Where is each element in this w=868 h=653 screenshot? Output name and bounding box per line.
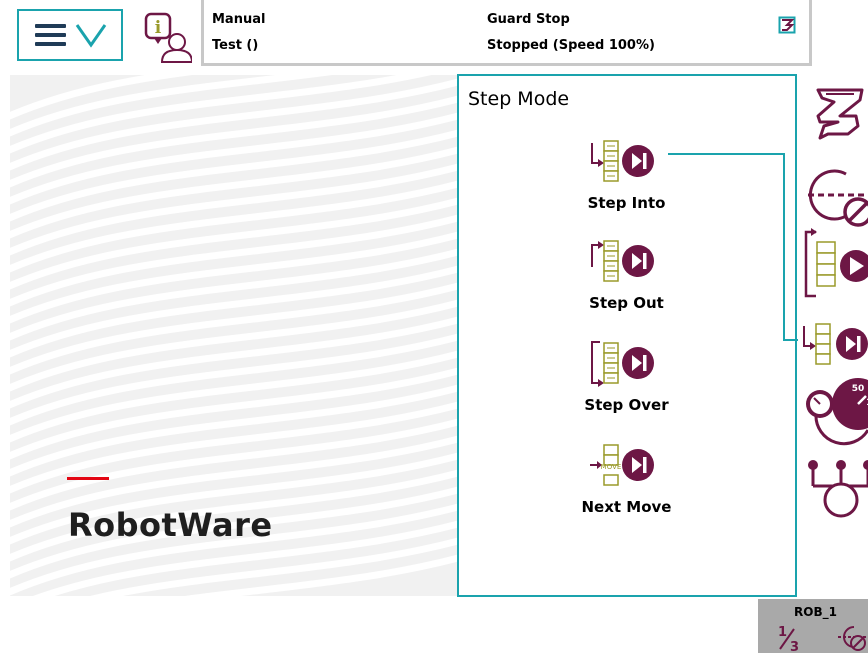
- step-over-label: Step Over: [584, 396, 669, 414]
- status-panel[interactable]: Manual Test () Guard Stop Stopped (Speed…: [201, 0, 812, 66]
- speed-mark-50: 50: [852, 384, 865, 394]
- next-move-icon: MOVE: [590, 444, 654, 486]
- disable-motion-button[interactable]: [802, 162, 868, 228]
- next-move-label: Next Move: [581, 498, 672, 516]
- step-mode-title: Step Mode: [468, 88, 570, 110]
- run-program-icon: [804, 228, 868, 298]
- svg-text:i: i: [155, 18, 162, 38]
- next-move-icon-text: MOVE: [601, 463, 622, 471]
- main-menu-button[interactable]: [17, 9, 123, 61]
- robot-arm-button[interactable]: [802, 86, 868, 146]
- robot-selector[interactable]: ROB_1 1 3: [758, 599, 868, 653]
- robot-arm-icon: [816, 88, 864, 140]
- brand-accent-line: [67, 477, 109, 480]
- disable-icon: [808, 169, 868, 227]
- step-into-icon: [591, 140, 654, 182]
- operating-mode: Manual: [212, 12, 266, 27]
- robot-selector-graphic: 1 3: [778, 625, 868, 653]
- step-mode-icon: [803, 323, 868, 365]
- guard-status: Guard Stop: [487, 12, 570, 27]
- brand-name: RobotWare: [68, 506, 273, 544]
- top-bar: i Manual Test () Guard Stop Stopped (Spe…: [0, 0, 868, 68]
- io-tree-icon: [808, 460, 868, 518]
- io-button[interactable]: [802, 456, 868, 522]
- step-mode-button[interactable]: [802, 320, 868, 368]
- program-name: Test (): [212, 38, 259, 53]
- run-state: Stopped (Speed 100%): [487, 38, 655, 53]
- robot-status-icon: [778, 16, 796, 34]
- event-info-icon[interactable]: i: [144, 12, 194, 64]
- fraction-numerator: 1: [778, 625, 787, 640]
- speed-button[interactable]: 50 10: [802, 374, 868, 446]
- fraction-denominator: 3: [790, 640, 799, 653]
- step-out-icon: [591, 240, 654, 282]
- right-toolbar: 50 10: [798, 74, 868, 604]
- speed-icon: 50 10: [806, 378, 868, 446]
- chevron-down-icon: [75, 24, 107, 48]
- hamburger-icon: [35, 24, 66, 46]
- next-move-button[interactable]: MOVE Next Move: [549, 441, 704, 529]
- step-over-icon: [591, 341, 654, 387]
- disable-small-icon: [838, 626, 868, 651]
- step-over-button[interactable]: Step Over: [549, 339, 704, 427]
- run-program-button[interactable]: [802, 228, 868, 298]
- panel-connector-line: [668, 153, 798, 341]
